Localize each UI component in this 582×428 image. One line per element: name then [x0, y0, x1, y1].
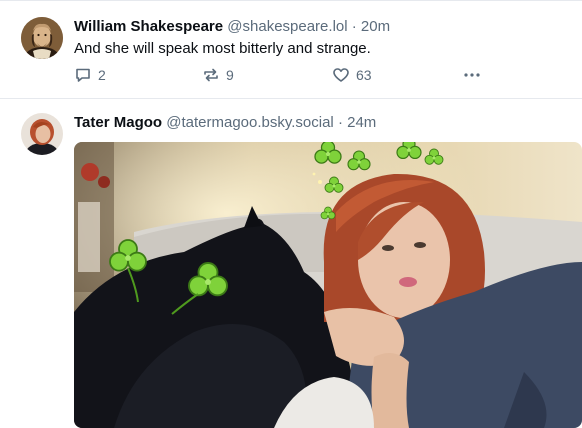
reply-button[interactable]: 2 — [74, 66, 106, 84]
reply-icon — [74, 66, 92, 84]
post-image[interactable] — [74, 142, 582, 428]
post-text: And she will speak most bitterly and str… — [74, 40, 371, 57]
post-tatermagoo[interactable]: Tater Magoo @tatermagoo.bsky.social · 24… — [0, 99, 582, 428]
separator-dot: · — [351, 18, 357, 35]
post-header: Tater Magoo @tatermagoo.bsky.social · 24… — [74, 114, 376, 132]
author-handle[interactable]: @tatermagoo.bsky.social — [166, 114, 334, 131]
repost-button[interactable]: 9 — [202, 66, 234, 84]
more-icon — [462, 66, 482, 84]
like-count: 63 — [356, 67, 372, 83]
avatar[interactable] — [21, 17, 63, 59]
reply-count: 2 — [98, 67, 106, 83]
avatar[interactable] — [21, 113, 63, 155]
post-header: William Shakespeare @shakespeare.lol · 2… — [74, 18, 390, 36]
more-options-button[interactable] — [462, 66, 482, 84]
post-time[interactable]: 24m — [347, 114, 376, 131]
post-actions: 2 9 63 — [74, 66, 494, 86]
like-button[interactable]: 63 — [332, 66, 372, 84]
author-handle[interactable]: @shakespeare.lol — [227, 18, 347, 35]
like-icon — [332, 66, 350, 84]
repost-count: 9 — [226, 67, 234, 83]
author-name[interactable]: Tater Magoo — [74, 114, 162, 131]
author-name[interactable]: William Shakespeare — [74, 18, 223, 35]
repost-icon — [202, 66, 220, 84]
post-time[interactable]: 20m — [361, 18, 390, 35]
separator-dot: · — [337, 114, 343, 131]
post-shakespeare[interactable]: William Shakespeare @shakespeare.lol · 2… — [0, 0, 582, 99]
